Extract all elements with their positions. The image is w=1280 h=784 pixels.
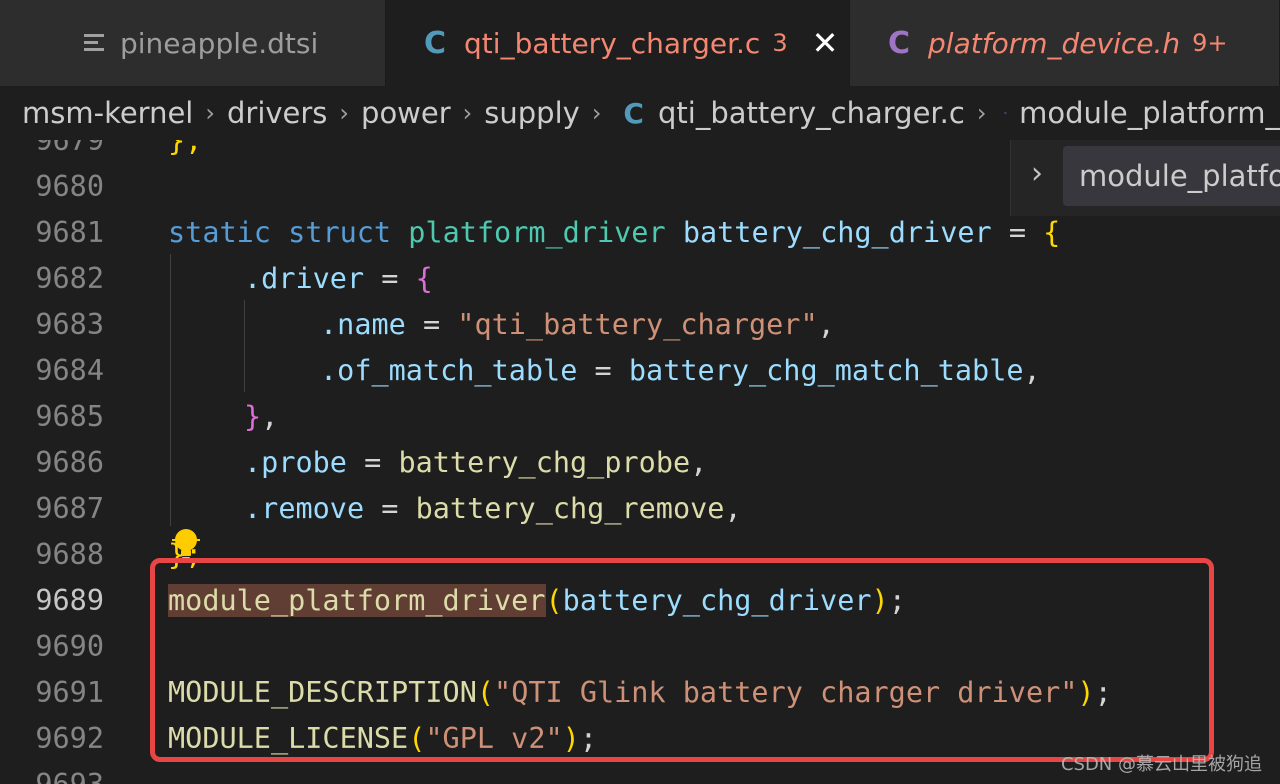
punct-token: , [261, 400, 279, 433]
chevron-right-icon: › [339, 99, 350, 127]
c-file-icon: C [424, 25, 447, 61]
chevron-right-icon[interactable]: › [1031, 156, 1043, 191]
function-token: battery_chg_remove [415, 492, 725, 525]
chevron-right-icon: › [462, 99, 473, 127]
line-number: 9684 [35, 354, 104, 387]
code-token: }; [168, 140, 203, 157]
field-token: .of_match_table [320, 354, 578, 387]
close-icon[interactable]: ✕ [812, 27, 839, 59]
brace-token: } [244, 400, 262, 433]
line-number: 9691 [35, 676, 104, 709]
indent-guide [244, 300, 245, 392]
file-lines-icon [84, 32, 106, 54]
line-number: 9690 [35, 630, 104, 663]
brace-token: { [415, 262, 433, 295]
code-line-9681: static struct platform_driver battery_ch… [168, 210, 1060, 256]
line-number: 9683 [35, 308, 104, 341]
breadcrumb-item-file[interactable]: qti_battery_charger.c [658, 96, 965, 130]
punct-token: , [1023, 354, 1041, 387]
function-token: battery_chg_probe [398, 446, 691, 479]
breadcrumb-item-drivers[interactable]: drivers [227, 96, 327, 130]
string-token: "qti_battery_charger" [457, 308, 818, 341]
chevron-right-icon: › [591, 99, 602, 127]
code-line-9686: .probe = battery_chg_probe, [244, 440, 707, 486]
keyword-token: struct [288, 216, 392, 249]
operator-token: = [991, 216, 1044, 249]
tab-pineapple-dtsi[interactable]: pineapple.dtsi [0, 0, 386, 86]
chevron-right-icon: › [205, 99, 215, 127]
breadcrumb-item-msm-kernel[interactable]: msm-kernel [22, 96, 193, 130]
code-line-9684: .of_match_table = battery_chg_match_tabl… [320, 348, 1041, 394]
symbol-cube-icon [1004, 111, 1007, 115]
line-number: 9680 [35, 170, 104, 203]
punct-token: , [724, 492, 742, 525]
annotation-highlight-box [150, 558, 1214, 762]
field-token: .name [320, 308, 406, 341]
operator-token: = [346, 446, 399, 479]
operator-token: = [364, 492, 416, 525]
code-editor[interactable]: 9679 9680 9681 9682 9683 9684 9685 9686 … [0, 140, 1280, 784]
indent-guide [170, 254, 171, 526]
line-number: 9685 [35, 400, 104, 433]
watermark: CSDN @慕云山里被狗追 [1060, 754, 1262, 775]
problem-count-badge: 3 [772, 29, 788, 57]
code-line-9682: .driver = { [244, 256, 433, 302]
breadcrumb: msm-kernel › drivers › power › supply › … [0, 86, 1280, 140]
line-number: 9693 [0, 762, 104, 784]
operator-token: = [577, 354, 629, 387]
operator-token: = [405, 308, 458, 341]
keyword-token: static [168, 216, 271, 249]
tab-qti-battery-charger[interactable]: C qti_battery_charger.c 3 ✕ [386, 0, 850, 86]
field-token: .driver [244, 262, 365, 295]
c-header-file-icon: C [888, 25, 911, 61]
code-line-9683: .name = "qti_battery_charger", [320, 302, 835, 348]
breadcrumb-item-supply[interactable]: supply [484, 96, 580, 130]
sticky-scroll-peek: › module_platform_driver [1010, 140, 1280, 216]
field-token: .remove [244, 492, 365, 525]
identifier-token: battery_chg_driver [682, 216, 992, 249]
tab-platform-device-h[interactable]: C platform_device.h 9+ [850, 0, 1280, 86]
chevron-right-icon: › [976, 99, 987, 127]
field-token: .probe [244, 446, 347, 479]
line-number: 9686 [35, 446, 104, 479]
code-line-9685: }, [244, 394, 278, 440]
line-number: 9679 [35, 140, 104, 157]
line-number: 9682 [35, 262, 104, 295]
operator-token: = [364, 262, 416, 295]
sticky-scroll-item[interactable]: module_platform_driver [1063, 146, 1280, 206]
tab-label: pineapple.dtsi [120, 26, 319, 60]
line-number: 9687 [35, 492, 104, 525]
breadcrumb-item-power[interactable]: power [361, 96, 451, 130]
breadcrumb-item-symbol[interactable]: module_platform_ [1019, 96, 1280, 130]
code-line-9687: .remove = battery_chg_remove, [244, 486, 742, 532]
problem-count-badge: 9+ [1192, 29, 1228, 57]
editor-tab-bar: pineapple.dtsi C qti_battery_charger.c 3… [0, 0, 1280, 86]
tab-label: platform_device.h [928, 26, 1181, 60]
c-file-icon: C [623, 96, 644, 130]
tab-label: qti_battery_charger.c [464, 26, 761, 60]
punct-token: , [690, 446, 708, 479]
identifier-token: battery_chg_match_table [628, 354, 1024, 387]
type-token: platform_driver [408, 216, 666, 249]
brace-token: { [1043, 216, 1061, 249]
lightbulb-icon[interactable] [170, 526, 202, 562]
line-number-active: 9689 [35, 584, 104, 617]
line-number: 9688 [35, 538, 104, 571]
line-number: 9692 [35, 722, 104, 755]
punct-token: , [817, 308, 835, 341]
line-number: 9681 [35, 216, 104, 249]
code-line-9679: }; [168, 140, 202, 164]
